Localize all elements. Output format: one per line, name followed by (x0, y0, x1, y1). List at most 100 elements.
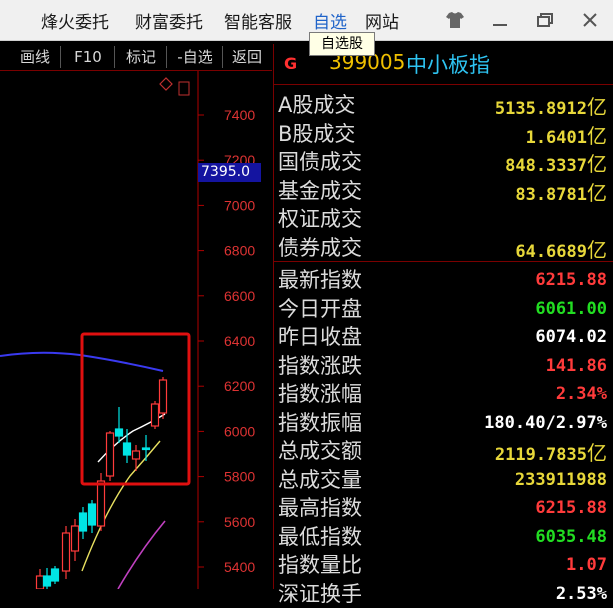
y-tick-label: 7000 (224, 197, 255, 213)
info-label: 国债成交 (278, 150, 362, 174)
info-row: 深证换手 2.53% (274, 577, 613, 606)
index-info-panel: G 399005 中小板指 A股成交 5135.8912亿 B股成交 1.640… (273, 44, 613, 606)
menu-item-fenghuo-trade[interactable]: 烽火委托 (41, 8, 109, 33)
minimize-icon[interactable] (488, 8, 512, 32)
y-tick-label: 6000 (224, 423, 255, 439)
info-row: 指数振幅 180.40/2.97% (274, 406, 613, 435)
index-name: 中小板指 (406, 53, 490, 77)
candle-body (78, 512, 88, 532)
f10-button[interactable]: F10 (62, 46, 115, 68)
info-value: 6215.88 (535, 498, 607, 518)
candle-body (61, 532, 71, 572)
info-label: 最低指数 (278, 524, 362, 549)
kline-chart-canvas: 7400720070006800660064006200600058005600… (0, 71, 255, 589)
info-row: 今日开盘 6061.00 (274, 292, 613, 321)
tooltip-watchlist: 自选股 (309, 32, 375, 56)
info-value: 6074.02 (535, 327, 607, 347)
candle-body (114, 428, 124, 437)
info-row: A股成交 5135.8912亿 (274, 88, 613, 119)
menu-item-smart-service[interactable]: 智能客服 (224, 8, 292, 33)
info-row: 指数量比 1.07 (274, 548, 613, 577)
y-tick-label: 7400 (224, 107, 255, 123)
g-logo-icon: G (284, 54, 298, 73)
price-flag: 7395.0 (198, 163, 261, 182)
back-button[interactable]: 返回 (224, 46, 270, 68)
info-value: 6061.00 (535, 298, 607, 319)
panel-toggle-icon (178, 81, 190, 96)
info-value: 1.07 (566, 555, 607, 575)
diamond-marker-icon (159, 77, 173, 91)
menu-item-wealth-trade[interactable]: 财富委托 (135, 8, 203, 33)
info-label: 总成交量 (278, 467, 362, 492)
draw-line-button[interactable]: 画线 (10, 46, 61, 68)
info-label: A股成交 (278, 93, 356, 117)
info-label: 深证换手 (278, 581, 362, 606)
info-label: 总成交额 (278, 439, 362, 463)
candle-body (105, 432, 115, 477)
info-label: 权证成交 (278, 207, 362, 231)
menu-item-website[interactable]: 网站 (365, 8, 399, 33)
candle-body (131, 450, 141, 460)
y-tick-label: 5600 (224, 514, 255, 530)
info-row: 昨日收盘 6074.02 (274, 320, 613, 349)
candle-body (35, 575, 45, 589)
restore-icon[interactable] (533, 8, 557, 32)
info-label: 指数振幅 (278, 410, 362, 435)
info-row: 总成交量 233911988 (274, 463, 613, 492)
info-value: 6035.48 (535, 526, 607, 547)
info-row: 指数涨跌 141.86 (274, 349, 613, 378)
info-value: 2.34% (555, 384, 607, 404)
candle-body (87, 503, 97, 526)
info-value: 2.53% (555, 583, 607, 604)
info-label: 今日开盘 (278, 296, 362, 321)
y-tick-label: 6800 (224, 243, 255, 259)
menu-bar: 烽火委托 财富委托 智能客服 自选 网站 (0, 0, 613, 41)
info-row: 债券成交 64.6689亿 (274, 231, 613, 262)
candle-body (50, 568, 60, 582)
skin-shirt-icon[interactable] (443, 8, 467, 32)
info-value: 141.86 (545, 355, 607, 376)
candle-body (150, 403, 160, 427)
info-row: 指数涨幅 2.34% (274, 377, 613, 406)
info-label: 基金成交 (278, 178, 362, 203)
y-tick-label: 6600 (224, 288, 255, 304)
info-label: 债券成交 (278, 235, 362, 260)
info-value: 233911988 (514, 469, 607, 490)
info-value: 64.6689亿 (515, 237, 607, 262)
info-label: 指数涨幅 (278, 382, 362, 406)
remove-watchlist-button[interactable]: -自选 (168, 46, 223, 68)
candle-body (70, 525, 80, 552)
info-row: 国债成交 848.3337亿 (274, 145, 613, 176)
menu-item-watchlist[interactable]: 自选 (313, 8, 347, 33)
candle-body (158, 379, 168, 414)
info-value: 180.40/2.97% (484, 412, 607, 433)
info-row: 总成交额 2119.7835亿 (274, 434, 613, 465)
close-icon[interactable] (578, 8, 602, 32)
kline-chart[interactable]: 7400 7200 7000 6800 6600 6400 6200 6000 5800 5600… (0, 71, 272, 589)
y-tick-label: 6400 (224, 333, 255, 349)
candle-body (141, 447, 151, 451)
info-row: 最新指数 6215.88 (274, 263, 613, 292)
info-row: 最高指数 6215.88 (274, 491, 613, 520)
info-label: 昨日收盘 (278, 325, 362, 349)
mark-button[interactable]: 标记 (116, 46, 167, 68)
info-row: B股成交 1.6401亿 (274, 117, 613, 148)
info-label: 指数量比 (278, 553, 362, 577)
y-tick-label: 6200 (224, 378, 255, 394)
info-row: 最低指数 6035.48 (274, 520, 613, 549)
info-value: 6215.88 (535, 270, 607, 290)
candle-body (42, 575, 52, 587)
info-label: 指数涨跌 (278, 353, 362, 378)
info-label: B股成交 (278, 121, 356, 146)
ma-line-purple (117, 520, 166, 589)
info-label: 最高指数 (278, 496, 362, 520)
y-tick-label: 5800 (224, 469, 255, 485)
candle-body (96, 480, 106, 527)
section-divider (274, 261, 613, 262)
info-label: 最新指数 (278, 268, 362, 292)
candle-body (122, 442, 132, 456)
info-row: 权证成交 (274, 202, 613, 231)
chart-toolbar: 画线 F10 标记 -自选 返回 (0, 44, 272, 71)
info-row: 基金成交 83.8781亿 (274, 174, 613, 205)
y-tick-label: 5400 (224, 559, 255, 575)
